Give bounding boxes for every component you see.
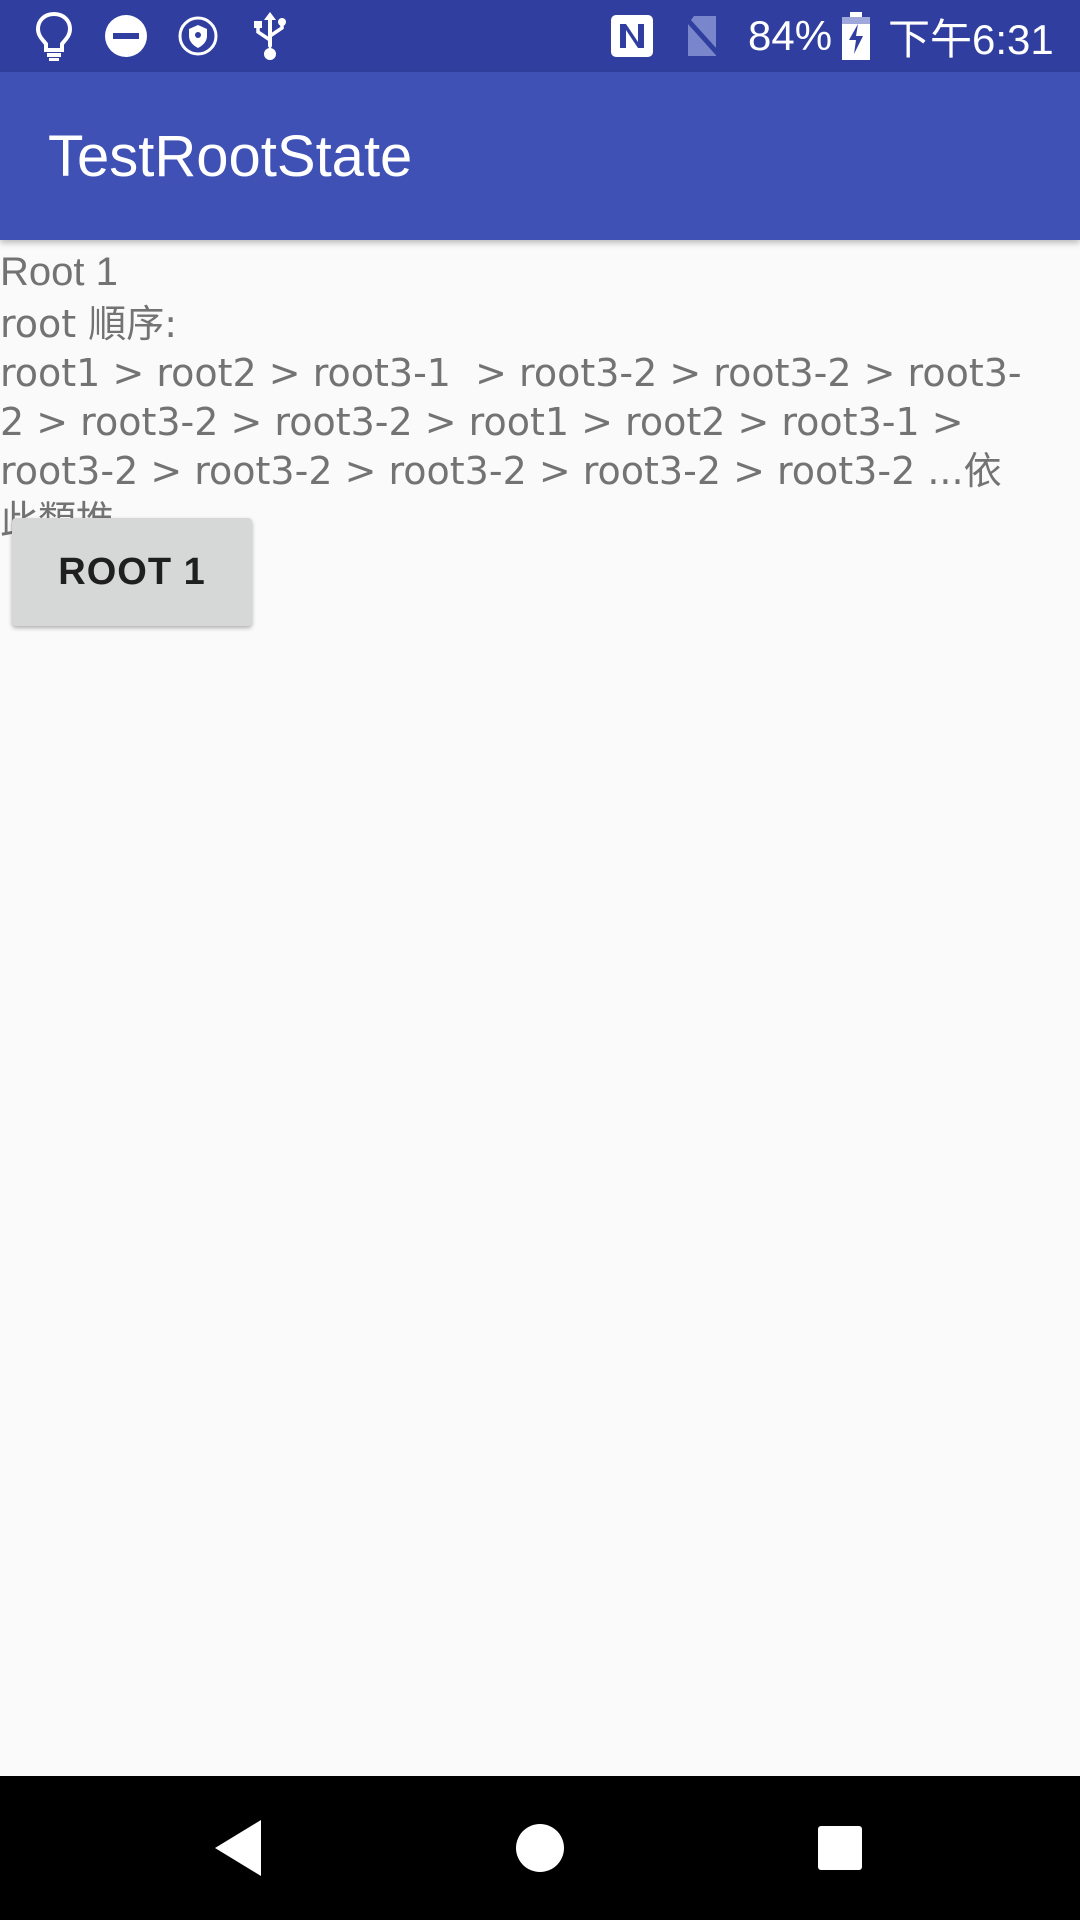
no-sim-icon: [676, 10, 728, 62]
back-icon[interactable]: [194, 1803, 284, 1893]
home-icon[interactable]: [495, 1803, 585, 1893]
screen: 84% 下午6:31 TestRootState Root 1 root 順序:…: [0, 0, 1080, 1920]
app-bar: TestRootState: [0, 72, 1080, 240]
navigation-bar: [0, 1776, 1080, 1920]
root-order-description: root 順序: root1 > root2 > root3-1 > root3…: [0, 302, 1022, 542]
battery-charging-icon: [830, 10, 882, 62]
root-state-label: Root 1: [0, 250, 118, 294]
root-1-button[interactable]: ROOT 1: [12, 518, 252, 626]
clock-time: 下午6:31: [888, 15, 1054, 63]
nfc-icon: [606, 10, 658, 62]
lightbulb-icon: [28, 10, 80, 62]
do-not-disturb-icon: [100, 10, 152, 62]
recents-icon[interactable]: [795, 1803, 885, 1893]
usb-icon: [244, 10, 296, 62]
vpn-shield-icon: [172, 10, 224, 62]
battery-percent: 84%: [748, 12, 833, 59]
status-bar: 84% 下午6:31: [0, 0, 1080, 72]
app-title: TestRootState: [48, 123, 413, 189]
